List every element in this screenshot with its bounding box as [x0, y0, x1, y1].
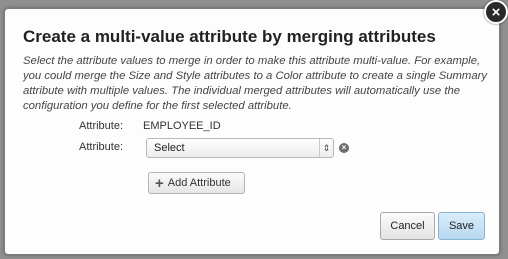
save-button[interactable]: Save — [438, 212, 485, 240]
attribute-label-2: Attribute: — [79, 141, 124, 153]
close-icon[interactable]: × — [484, 0, 508, 24]
merge-attributes-dialog: Create a multi-value attribute by mergin… — [4, 8, 500, 255]
add-attribute-button[interactable]: + Add Attribute — [148, 172, 245, 194]
select-arrows-icon: ⇕ — [319, 139, 333, 157]
attribute-label-1: Attribute: — [79, 120, 124, 132]
attribute-value-employee-id: EMPLOYEE_ID — [143, 120, 221, 132]
remove-attribute-icon[interactable]: × — [339, 143, 349, 153]
cancel-button[interactable]: Cancel — [380, 212, 435, 240]
plus-icon: + — [155, 174, 164, 192]
dialog-title: Create a multi-value attribute by mergin… — [23, 27, 436, 46]
dialog-description: Select the attribute values to merge in … — [23, 55, 488, 112]
add-attribute-label: Add Attribute — [167, 177, 231, 189]
attribute-select-value: Select — [154, 142, 185, 154]
attribute-select[interactable]: Select ⇕ — [146, 138, 334, 158]
